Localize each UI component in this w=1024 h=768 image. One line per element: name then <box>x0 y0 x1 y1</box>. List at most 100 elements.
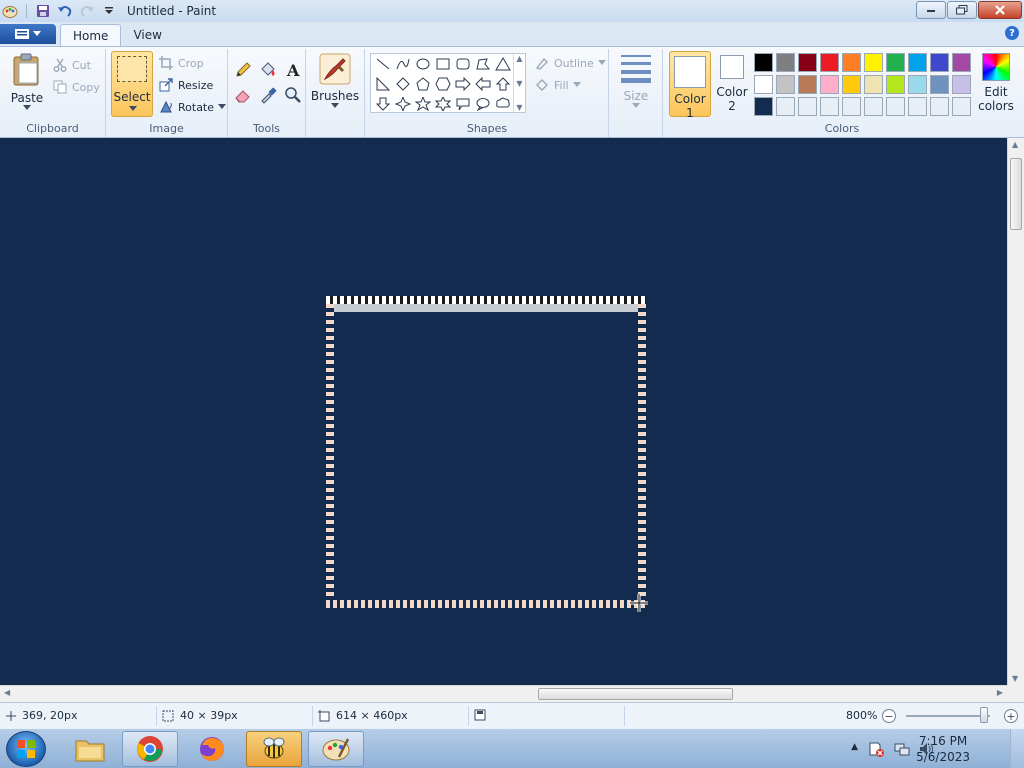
shapes-expand-icon[interactable]: ▼ <box>516 103 522 112</box>
palette-swatch[interactable] <box>798 75 817 94</box>
palette-swatch[interactable] <box>886 53 905 72</box>
redo-icon[interactable] <box>79 3 95 19</box>
tab-home[interactable]: Home <box>60 24 122 46</box>
start-button[interactable] <box>6 731 46 767</box>
oval-callout-shape-icon[interactable] <box>473 94 493 114</box>
palette-swatch[interactable] <box>952 53 971 72</box>
zoom-slider-thumb[interactable] <box>980 707 989 723</box>
palette-swatch[interactable] <box>776 97 795 116</box>
horizontal-scrollbar[interactable]: ◀ ▶ <box>0 685 1007 702</box>
palette-swatch[interactable] <box>798 97 817 116</box>
firefox-button[interactable] <box>184 731 240 767</box>
rounded-callout-shape-icon[interactable] <box>453 94 473 114</box>
undo-icon[interactable] <box>57 3 73 19</box>
left-arrow-shape-icon[interactable] <box>473 74 493 94</box>
palette-swatch[interactable] <box>886 97 905 116</box>
bee-app-button[interactable] <box>246 731 302 767</box>
cloud-callout-shape-icon[interactable] <box>493 94 513 114</box>
palette-swatch[interactable] <box>952 97 971 116</box>
palette-swatch[interactable] <box>930 53 949 72</box>
shapes-gallery[interactable]: ▲ ▼ ▼ <box>370 53 526 113</box>
palette-swatch[interactable] <box>820 53 839 72</box>
palette-swatch[interactable] <box>754 97 773 116</box>
zoom-slider-track[interactable] <box>906 715 990 717</box>
crop-button[interactable]: Crop <box>158 55 204 71</box>
brushes-button[interactable]: Brushes <box>311 53 359 109</box>
resize-button[interactable]: Resize <box>158 77 213 93</box>
selection-border-right[interactable] <box>638 304 646 604</box>
rectangle-shape-icon[interactable] <box>433 54 453 74</box>
palette-swatch[interactable] <box>776 75 795 94</box>
four-point-star-shape-icon[interactable] <box>393 94 413 114</box>
scroll-right-icon[interactable]: ▶ <box>997 688 1003 697</box>
palette-swatch[interactable] <box>820 75 839 94</box>
zoom-out-button[interactable]: − <box>882 709 896 723</box>
paste-button[interactable]: Paste <box>8 53 46 111</box>
help-icon[interactable]: ? <box>1005 26 1019 40</box>
palette-swatch[interactable] <box>864 97 883 116</box>
color1-button[interactable]: Color 1 <box>669 51 711 120</box>
paint-app-icon[interactable] <box>2 3 18 19</box>
select-button[interactable]: Select <box>111 51 153 117</box>
size-button[interactable]: Size <box>616 53 656 109</box>
palette-swatch[interactable] <box>842 53 861 72</box>
magnifier-icon[interactable] <box>282 84 304 106</box>
diamond-shape-icon[interactable] <box>393 74 413 94</box>
cut-button[interactable]: Cut <box>52 57 91 73</box>
palette-swatch[interactable] <box>864 53 883 72</box>
palette-swatch[interactable] <box>930 75 949 94</box>
copy-button[interactable]: Copy <box>52 79 100 95</box>
customize-dropdown-icon[interactable] <box>101 3 117 19</box>
palette-swatch[interactable] <box>864 75 883 94</box>
pencil-icon[interactable] <box>232 59 254 81</box>
paint-menu-button[interactable] <box>0 24 56 44</box>
right-triangle-shape-icon[interactable] <box>373 74 393 94</box>
horizontal-scroll-thumb[interactable] <box>538 688 733 700</box>
palette-swatch[interactable] <box>908 53 927 72</box>
close-button[interactable] <box>978 1 1022 19</box>
paint-taskbar-button[interactable] <box>308 731 364 767</box>
six-point-star-shape-icon[interactable] <box>433 94 453 114</box>
shapes-scroll-up-icon[interactable]: ▲ <box>516 54 522 63</box>
fill-button[interactable]: Fill <box>534 77 581 93</box>
palette-swatch[interactable] <box>820 97 839 116</box>
down-arrow-shape-icon[interactable] <box>373 94 393 114</box>
palette-swatch[interactable] <box>776 53 795 72</box>
scroll-down-icon[interactable]: ▼ <box>1012 674 1018 683</box>
shapes-scroll-down-icon[interactable]: ▼ <box>516 79 522 88</box>
text-icon[interactable]: A <box>282 59 304 81</box>
palette-swatch[interactable] <box>886 75 905 94</box>
palette-swatch[interactable] <box>908 75 927 94</box>
edit-colors-button[interactable]: Edit colors <box>976 53 1016 113</box>
hexagon-shape-icon[interactable] <box>433 74 453 94</box>
pentagon-shape-icon[interactable] <box>413 74 433 94</box>
scroll-left-icon[interactable]: ◀ <box>4 688 10 697</box>
palette-swatch[interactable] <box>952 75 971 94</box>
selection-border-top[interactable] <box>326 296 646 304</box>
polygon-shape-icon[interactable] <box>473 54 493 74</box>
selection-border-left[interactable] <box>326 304 334 604</box>
rounded-rectangle-shape-icon[interactable] <box>453 54 473 74</box>
action-center-icon[interactable] <box>868 741 884 757</box>
restore-button[interactable] <box>947 1 977 19</box>
palette-swatch[interactable] <box>842 97 861 116</box>
color-picker-icon[interactable] <box>257 84 279 106</box>
curve-shape-icon[interactable] <box>393 54 413 74</box>
oval-shape-icon[interactable] <box>413 54 433 74</box>
palette-swatch[interactable] <box>842 75 861 94</box>
selection-border-bottom[interactable] <box>326 600 646 608</box>
palette-swatch[interactable] <box>754 53 773 72</box>
up-arrow-shape-icon[interactable] <box>493 74 513 94</box>
palette-swatch[interactable] <box>930 97 949 116</box>
network-icon[interactable] <box>894 741 910 757</box>
show-hidden-icons-icon[interactable]: ▲ <box>851 742 858 752</box>
line-shape-icon[interactable] <box>373 54 393 74</box>
palette-swatch[interactable] <box>798 53 817 72</box>
minimize-button[interactable] <box>916 1 946 19</box>
tab-view[interactable]: View <box>121 24 173 46</box>
outline-button[interactable]: Outline <box>534 55 606 71</box>
right-arrow-shape-icon[interactable] <box>453 74 473 94</box>
palette-swatch[interactable] <box>908 97 927 116</box>
show-desktop-button[interactable] <box>1010 729 1024 768</box>
clock[interactable]: 7:16 PM 5/6/2023 <box>916 733 970 765</box>
